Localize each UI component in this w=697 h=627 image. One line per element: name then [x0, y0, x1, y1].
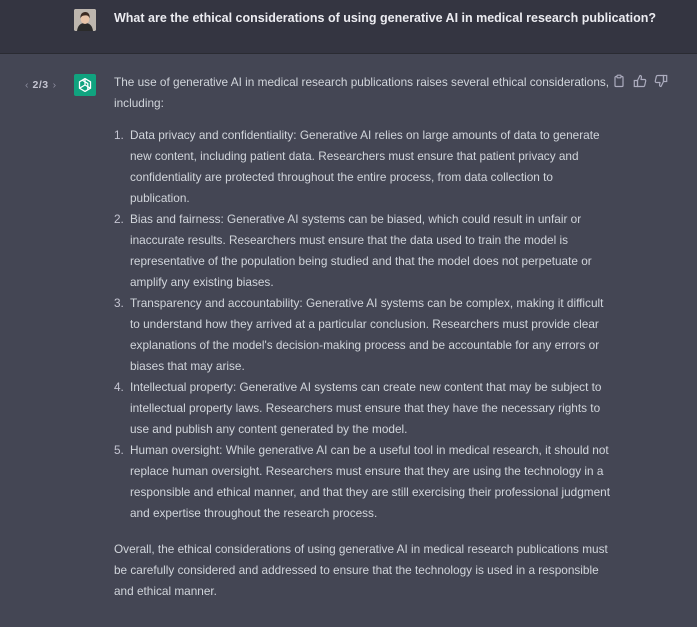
- list-item-text: Bias and fairness: Generative AI systems…: [130, 212, 592, 289]
- user-avatar: [74, 9, 96, 31]
- answer-intro: The use of generative AI in medical rese…: [114, 75, 610, 110]
- assistant-answer: The use of generative AI in medical rese…: [114, 72, 614, 602]
- thumbs-up-icon[interactable]: [633, 74, 647, 88]
- openai-logo-icon: [78, 77, 92, 93]
- list-item: 4. Intellectual property: Generative AI s…: [114, 377, 614, 440]
- user-photo-icon: [74, 9, 96, 31]
- list-item-text: Intellectual property: Generative AI sys…: [130, 380, 602, 436]
- list-item-number: 2.: [114, 212, 124, 226]
- message-actions: [612, 74, 672, 90]
- list-item-number: 4.: [114, 380, 124, 394]
- list-item: 1. Data privacy and confidentiality: Gene…: [114, 125, 614, 209]
- list-item-text: Human oversight: While generative AI can…: [130, 443, 611, 520]
- user-question-text: What are the ethical considerations of u…: [114, 11, 657, 25]
- considerations-list: 1. Data privacy and confidentiality: Gene…: [114, 125, 614, 524]
- response-pager: ‹ 2/3 ›: [25, 79, 56, 91]
- list-item-number: 5.: [114, 443, 124, 457]
- clipboard-icon[interactable]: [612, 74, 626, 88]
- assistant-message-row: ‹ 2/3 › The use of generative AI in medi…: [0, 54, 697, 627]
- list-item: 2. Bias and fairness: Generative AI syste…: [114, 209, 614, 293]
- list-item-number: 1.: [114, 128, 124, 142]
- previous-response-chevron-icon[interactable]: ‹: [25, 79, 33, 91]
- list-item-number: 3.: [114, 296, 124, 310]
- thumbs-down-icon[interactable]: [654, 74, 668, 88]
- list-item: 3. Transparency and accountability: Gener…: [114, 293, 614, 377]
- answer-closing: Overall, the ethical considerations of u…: [114, 542, 608, 598]
- next-response-chevron-icon[interactable]: ›: [49, 79, 57, 91]
- list-item: 5. Human oversight: While generative AI c…: [114, 440, 614, 524]
- assistant-avatar: [74, 74, 96, 96]
- response-counter: 2/3: [32, 79, 49, 91]
- list-item-text: Data privacy and confidentiality: Genera…: [130, 128, 600, 205]
- list-item-text: Transparency and accountability: Generat…: [130, 296, 604, 373]
- user-message-row: What are the ethical considerations of u…: [0, 0, 697, 54]
